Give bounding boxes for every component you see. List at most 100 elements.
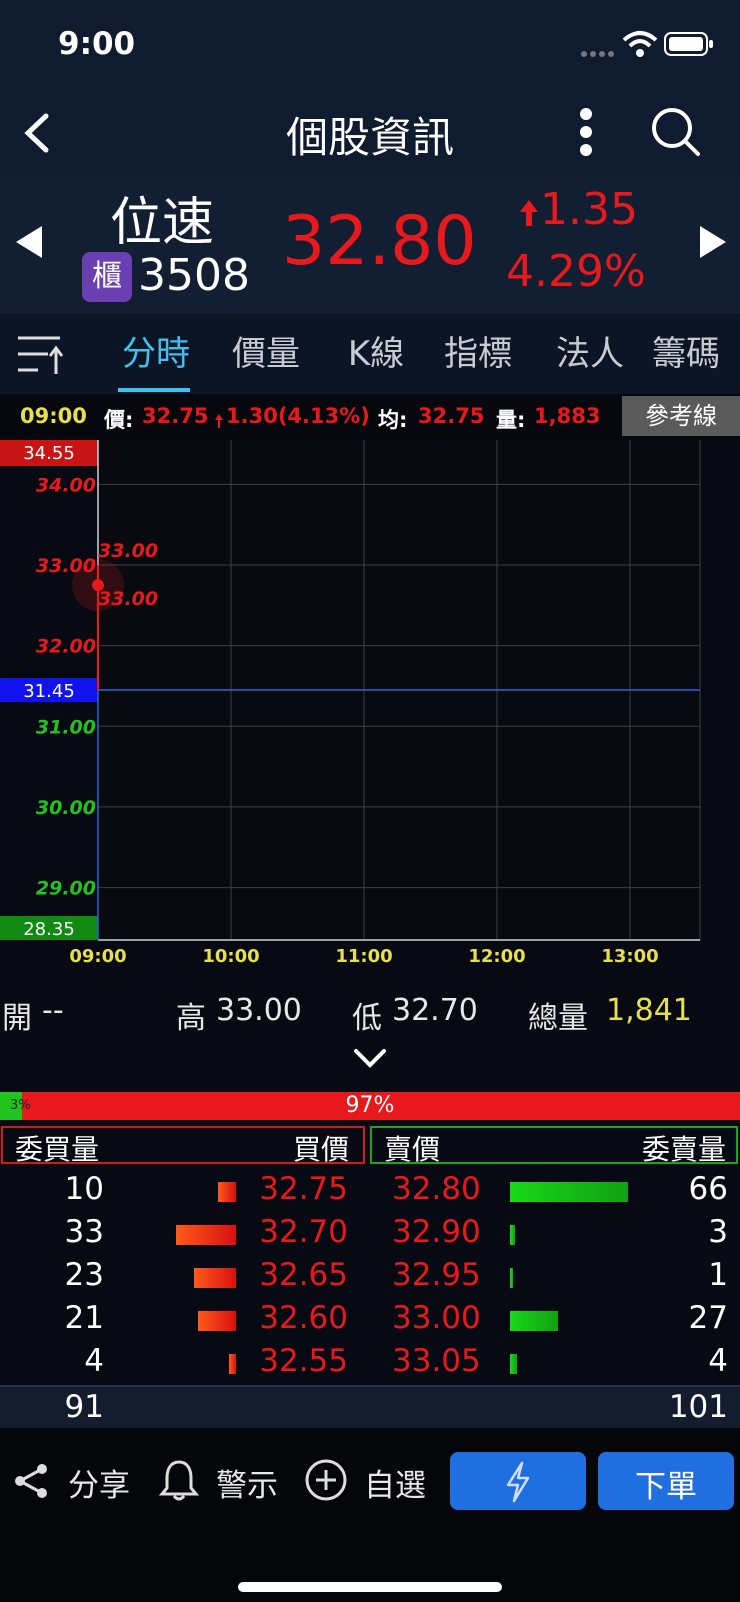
book-row[interactable]: 33 32.70 32.90 3 (0, 1213, 740, 1256)
ask-price: 32.95 (392, 1257, 481, 1293)
low-value: 32.70 (392, 993, 478, 1028)
tab-kline[interactable]: K線 (330, 314, 422, 394)
place-order-button[interactable]: 下單 (598, 1452, 734, 1510)
battery-icon (664, 32, 714, 60)
y-tick-label: 34.00 (36, 474, 96, 496)
ask-price: 32.90 (392, 1214, 481, 1250)
open-annotation: 33.00 (98, 588, 158, 610)
triangle-left-icon (16, 226, 42, 258)
bid-header: 委買量 買價 (1, 1126, 365, 1166)
y-tick-label: 29.00 (36, 878, 96, 900)
wifi-icon (622, 30, 658, 62)
stock-header: 位速 櫃 3508 32.80 1.35 4.29% (0, 176, 740, 314)
bid-price: 32.70 (259, 1214, 348, 1250)
arrow-up-icon (518, 198, 540, 232)
ask-qty: 66 (688, 1171, 728, 1207)
ask-price: 33.00 (392, 1300, 481, 1336)
total-volume-value: 1,841 (606, 993, 692, 1028)
home-indicator (238, 1582, 502, 1592)
bid-volume-bar (198, 1311, 236, 1331)
bid-price: 32.55 (259, 1343, 348, 1379)
next-stock-button[interactable] (698, 224, 728, 264)
tab-intraday[interactable]: 分時 (110, 314, 202, 394)
info-vol-label: 量: (496, 408, 526, 432)
lightning-icon (506, 1461, 530, 1503)
y-tick-label: 31.00 (36, 716, 96, 738)
market-badge: 櫃 (82, 252, 132, 302)
bid-qty-header: 委買量 (15, 1133, 100, 1166)
ask-qty: 27 (688, 1300, 728, 1336)
ask-price: 32.80 (392, 1171, 481, 1207)
open-label: 開 (2, 1001, 32, 1036)
prev-stock-button[interactable] (14, 224, 44, 264)
bid-price: 32.65 (259, 1257, 348, 1293)
ask-qty: 1 (708, 1257, 728, 1293)
info-vol: 1,883 (534, 404, 601, 428)
buy-sell-ratio-bar: 3% 97% (0, 1092, 740, 1120)
intraday-chart-svg: 34.00 33.00 32.00 31.00 30.00 29.00 34.55 31.45… (0, 440, 701, 967)
ask-header: 賣價 委賣量 (370, 1126, 738, 1166)
share-button[interactable]: 分享 (12, 1450, 136, 1510)
y-tick-label: 32.00 (36, 636, 96, 658)
book-row[interactable]: 21 32.60 33.00 27 (0, 1299, 740, 1342)
expand-button[interactable] (352, 1046, 388, 1074)
bottom-toolbar: 分享 警示 自選 下單 (0, 1428, 740, 1602)
sort-icon (18, 336, 64, 374)
stock-name: 位速 (110, 193, 215, 253)
page-title: 個股資訊 (285, 113, 454, 162)
more-vertical-icon (580, 108, 592, 156)
bid-qty: 21 (64, 1300, 104, 1336)
sort-menu-button[interactable] (16, 330, 66, 382)
reference-price-label: 31.45 (23, 681, 75, 702)
high-annotation: 33.00 (98, 540, 158, 562)
tab-bar: 分時 價量 K線 指標 法人 籌碼 (0, 314, 740, 394)
price-change: 1.35 (540, 184, 638, 235)
signal-icon (580, 44, 616, 63)
add-watchlist-button[interactable]: 自選 (304, 1450, 434, 1510)
bid-qty: 4 (84, 1343, 104, 1379)
tab-price-volume[interactable]: 價量 (220, 314, 312, 394)
ask-qty: 4 (708, 1343, 728, 1379)
search-button[interactable] (648, 104, 704, 160)
x-tick-label: 09:00 (69, 946, 126, 967)
quick-order-button[interactable] (450, 1452, 586, 1510)
alert-button[interactable]: 警示 (158, 1450, 282, 1510)
bid-price: 32.75 (259, 1171, 348, 1207)
tab-chips[interactable]: 籌碼 (652, 314, 740, 394)
y-tick-label: 30.00 (36, 797, 96, 819)
more-button[interactable] (566, 102, 606, 162)
price-change-pct: 4.29% (506, 246, 646, 297)
bid-volume-bar (218, 1182, 236, 1202)
bid-qty: 23 (64, 1257, 104, 1293)
low-label: 低 (352, 1001, 382, 1036)
upper-limit-label: 34.55 (23, 443, 75, 464)
ohlc-summary: 開 -- 高 33.00 低 32.70 總量 1,841 (0, 975, 740, 1045)
intraday-chart: 34.00 33.00 32.00 31.00 30.00 29.00 34.55 31.45… (0, 440, 740, 975)
ask-volume-bar (510, 1225, 515, 1245)
intraday-info-bar: 09:00 價: 32.75 1.30(4.13%) 均: 32.75 量: 1… (0, 394, 740, 440)
ask-volume-bar (510, 1268, 513, 1288)
arrow-up-icon (214, 410, 224, 434)
x-tick-label: 11:00 (335, 946, 392, 967)
bid-volume-bar (229, 1354, 236, 1374)
total-ask: 101 (668, 1389, 728, 1425)
x-tick-label: 10:00 (202, 946, 259, 967)
tab-indicators[interactable]: 指標 (432, 314, 524, 394)
book-row[interactable]: 4 32.55 33.05 4 (0, 1342, 740, 1385)
info-time: 09:00 (20, 404, 87, 428)
ask-qty: 3 (708, 1214, 728, 1250)
info-avg: 32.75 (418, 404, 485, 428)
tab-institutional[interactable]: 法人 (544, 314, 636, 394)
chevron-down-icon (354, 1049, 386, 1068)
nav-bar: 個股資訊 (0, 90, 740, 177)
ask-qty-header: 委賣量 (641, 1133, 726, 1166)
book-row[interactable]: 23 32.65 32.95 1 (0, 1256, 740, 1299)
bell-icon (158, 1460, 200, 1501)
ask-price: 33.05 (392, 1343, 481, 1379)
open-value: -- (42, 993, 64, 1028)
ask-volume-bar (510, 1354, 517, 1374)
search-icon (652, 108, 700, 156)
book-row[interactable]: 10 32.75 32.80 66 (0, 1170, 740, 1213)
bid-volume-bar (176, 1225, 236, 1245)
reference-line-button[interactable]: 參考線 (622, 396, 740, 436)
